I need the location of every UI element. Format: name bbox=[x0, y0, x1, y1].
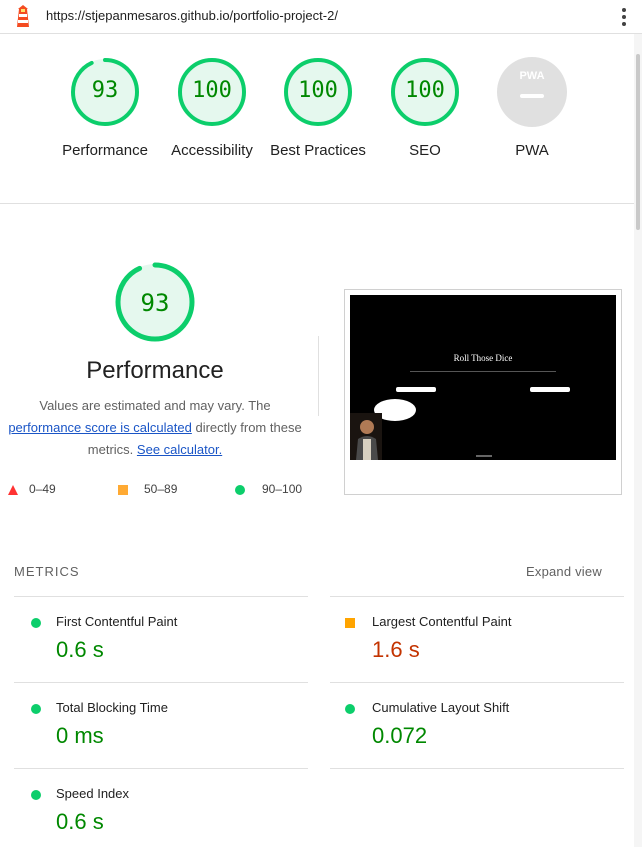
performance-description: Values are estimated and may vary. The p… bbox=[0, 395, 310, 461]
gauge-best-practices[interactable]: 100 Best Practices bbox=[263, 56, 373, 162]
performance-section: 93 Performance Values are estimated and … bbox=[0, 205, 634, 545]
metric-value: 0 ms bbox=[56, 723, 104, 748]
scrollbar-thumb[interactable] bbox=[636, 54, 640, 230]
metric-first-contentful-paint[interactable]: First Contentful Paint 0.6 s bbox=[14, 596, 308, 682]
page-url[interactable]: https://stjepanmesaros.github.io/portfol… bbox=[46, 8, 338, 23]
gauge-performance[interactable]: 93 Performance bbox=[50, 56, 160, 162]
scrollbar[interactable] bbox=[634, 34, 642, 847]
gauge-pwa[interactable]: PWA PWA bbox=[477, 56, 587, 162]
url-bar: https://stjepanmesaros.github.io/portfol… bbox=[0, 0, 642, 34]
lighthouse-icon bbox=[17, 5, 29, 27]
metric-value: 1.6 s bbox=[372, 637, 420, 662]
desc-text: Values are estimated and may vary. The bbox=[39, 398, 271, 413]
kebab-menu-icon[interactable] bbox=[616, 6, 632, 28]
metric-largest-contentful-paint[interactable]: Largest Contentful Paint 1.6 s bbox=[330, 596, 624, 682]
gauge-label: SEO bbox=[409, 142, 441, 159]
triangle-icon bbox=[8, 485, 18, 495]
metric-total-blocking-time[interactable]: Total Blocking Time 0 ms bbox=[14, 682, 308, 768]
performance-title: Performance bbox=[86, 357, 224, 384]
metric-label: Total Blocking Time bbox=[56, 700, 168, 715]
pass-circle-icon bbox=[345, 704, 355, 714]
average-square-icon bbox=[345, 618, 355, 628]
circle-icon bbox=[235, 485, 245, 495]
gauge-score: 93 bbox=[91, 78, 119, 103]
category-gauges: 93 Performance 100 Accessibility 100 Bes… bbox=[0, 34, 634, 204]
gauge-label: Best Practices bbox=[270, 142, 366, 159]
screenshot-subtitle-line bbox=[410, 371, 556, 372]
gauge-label: PWA bbox=[515, 142, 549, 159]
square-icon bbox=[118, 485, 128, 495]
metric-label: Speed Index bbox=[56, 786, 130, 801]
pass-circle-icon bbox=[31, 704, 41, 714]
gauge-accessibility[interactable]: 100 Accessibility bbox=[157, 56, 267, 162]
metric-label: Largest Contentful Paint bbox=[372, 614, 512, 629]
metric-value: 0.072 bbox=[372, 723, 428, 748]
person-image bbox=[350, 413, 382, 460]
metric-cumulative-layout-shift[interactable]: Cumulative Layout Shift 0.072 bbox=[330, 682, 624, 768]
gauge-score: 100 bbox=[298, 78, 338, 103]
divider bbox=[318, 336, 319, 416]
performance-score: 93 bbox=[140, 289, 170, 317]
gauge-score: 100 bbox=[405, 78, 445, 103]
metric-value: 0.6 s bbox=[56, 809, 104, 834]
metric-value: 0.6 s bbox=[56, 637, 104, 662]
gauge-score: 100 bbox=[192, 78, 232, 103]
see-calculator-link[interactable]: See calculator. bbox=[137, 442, 222, 457]
legend-range: 90–100 bbox=[262, 482, 303, 496]
screenshot-title: Roll Those Dice bbox=[453, 353, 513, 363]
expand-view-toggle[interactable]: Expand view bbox=[526, 564, 602, 579]
pass-circle-icon bbox=[31, 618, 41, 628]
screenshot-image: Roll Those Dice bbox=[350, 295, 616, 460]
performance-score-link[interactable]: performance score is calculated bbox=[8, 420, 192, 435]
screenshot-button bbox=[530, 387, 570, 392]
legend-range: 50–89 bbox=[144, 482, 178, 496]
metrics-heading: METRICS bbox=[14, 564, 80, 579]
legend-range: 0–49 bbox=[29, 482, 56, 496]
metric-label: First Contentful Paint bbox=[56, 614, 178, 629]
screenshot-button bbox=[396, 387, 436, 392]
gauge-label: Performance bbox=[62, 142, 148, 159]
pwa-badge-icon bbox=[497, 57, 567, 127]
gauge-label: Accessibility bbox=[171, 142, 253, 159]
pass-circle-icon bbox=[31, 790, 41, 800]
pwa-logo-text: PWA bbox=[519, 70, 545, 82]
metric-speed-index[interactable]: Speed Index 0.6 s bbox=[14, 768, 308, 847]
divider bbox=[330, 768, 624, 769]
screenshot-footer bbox=[476, 455, 492, 457]
gauge-seo[interactable]: 100 SEO bbox=[370, 56, 480, 162]
metric-label: Cumulative Layout Shift bbox=[372, 700, 510, 715]
page-screenshot[interactable]: Roll Those Dice bbox=[344, 289, 622, 495]
